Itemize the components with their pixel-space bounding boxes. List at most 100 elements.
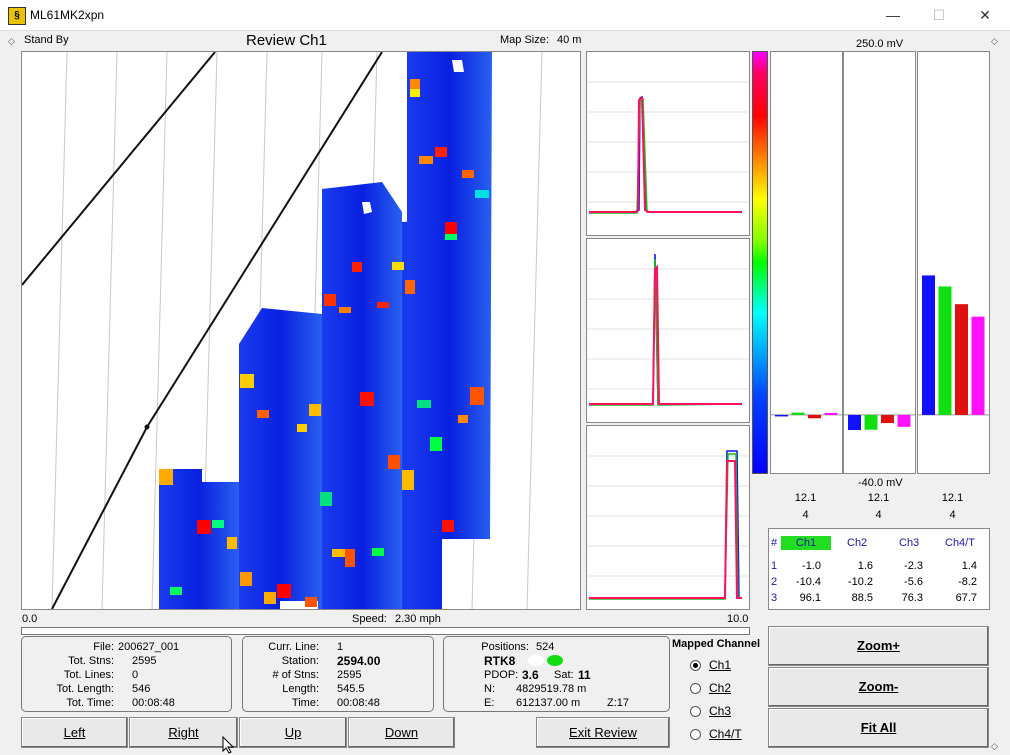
trace-panel-3: [586, 425, 750, 610]
trace-plot: [587, 450, 749, 600]
rtk-mode: RTK8: [484, 654, 516, 668]
radio-ch4t[interactable]: Ch4/T: [690, 727, 742, 741]
total-length-label: Tot. Length:: [56, 683, 115, 695]
radio-ch2-indicator[interactable]: [690, 683, 701, 695]
bar-ch3: [955, 304, 968, 415]
file-value: 200627_001: [118, 641, 180, 653]
bar-ch3: [808, 414, 821, 419]
scale-max-label: 250.0 mV: [856, 38, 904, 50]
status-text: Stand By: [24, 34, 69, 46]
title-bar: § ML61MK2xpn — ☐ ✕: [0, 0, 1010, 31]
utm-zone: Z:17: [607, 697, 630, 709]
resize-handle-icon[interactable]: ◇: [991, 36, 998, 47]
bar-ch3: [881, 414, 894, 424]
line-info-panel: Curr. Line: 1 Station: 2594.00 # of Stns…: [242, 636, 434, 712]
bar-ch4: [971, 316, 985, 415]
map-axis-end: 10.0: [727, 613, 749, 625]
radio-ch2-label: Ch2: [709, 681, 732, 695]
file-label: File:: [93, 641, 114, 653]
total-lines-label: Tot. Lines:: [63, 669, 114, 681]
bar-ch1: [922, 275, 935, 415]
station-value: 2594.00: [337, 654, 381, 668]
current-line-label: Curr. Line:: [268, 641, 319, 653]
table-cell: -8.2: [958, 576, 977, 588]
table-header-ch2: Ch2: [847, 537, 868, 549]
window-title: ML61MK2xpn: [30, 8, 105, 22]
line-time-label: Time:: [291, 697, 319, 709]
up-button[interactable]: Up: [239, 717, 347, 748]
survey-map[interactable]: [21, 51, 581, 610]
positions-value: 524: [536, 641, 555, 653]
bar-ch2: [791, 412, 805, 415]
bar-panel-3-top-value: 12.1: [941, 492, 964, 504]
bar-chart: [771, 412, 842, 419]
radio-ch2[interactable]: Ch2: [690, 681, 731, 695]
app-logo-icon: §: [8, 7, 26, 25]
radio-ch4t-indicator[interactable]: [690, 729, 701, 741]
table-cell: -5.6: [904, 576, 923, 588]
table-cell: -1.0: [802, 560, 821, 572]
radio-ch3[interactable]: Ch3: [690, 704, 731, 718]
stations-count-value: 2595: [337, 669, 362, 681]
current-line-value: 1: [337, 641, 344, 653]
bar-panel-1-bottom-value: 4: [802, 509, 809, 521]
mapped-channel-title: Mapped Channel: [672, 638, 761, 650]
table-header-ch3: Ch3: [899, 537, 920, 549]
table-header-index: #: [771, 537, 778, 549]
left-button[interactable]: Left: [21, 717, 128, 748]
northing-label: N:: [484, 683, 495, 695]
zoom-in-button[interactable]: Zoom+: [768, 626, 989, 666]
minimize-button[interactable]: —: [870, 0, 916, 30]
trace-panel-2: [586, 238, 750, 423]
bar-chart: [844, 414, 915, 431]
map-axis-start: 0.0: [22, 613, 38, 625]
speed-value: 2.30 mph: [395, 613, 441, 625]
down-button[interactable]: Down: [348, 717, 455, 748]
table-cell: 67.7: [955, 592, 977, 604]
pdop-label: PDOP:: [484, 669, 519, 681]
radio-ch1[interactable]: Ch1: [690, 658, 731, 672]
color-scale-bar: [752, 51, 768, 474]
resize-handle-icon[interactable]: ◇: [991, 741, 998, 752]
bar-panel-1-top-value: 12.1: [794, 492, 817, 504]
stations-count-label: # of Stns:: [272, 669, 319, 681]
trace-plot: [587, 81, 749, 214]
mouse-cursor-icon: [222, 736, 234, 754]
bar-ch2: [938, 286, 952, 415]
gps-fix-indicator: [547, 655, 563, 666]
gps-info-panel: Positions: 524 RTK8 PDOP: 3.6 Sat: 11 N:…: [443, 636, 670, 712]
resize-handle-icon[interactable]: ◇: [8, 36, 15, 47]
total-time-label: Tot. Time:: [66, 697, 114, 709]
bar-ch4: [824, 412, 838, 415]
gps-status-blank-indicator: [528, 655, 544, 666]
exit-review-button[interactable]: Exit Review: [536, 717, 670, 748]
table-cell: -2.3: [904, 560, 923, 572]
zoom-out-button[interactable]: Zoom-: [768, 667, 989, 707]
bar-panel-3: [917, 51, 990, 474]
line-length-value: 545.5: [337, 683, 365, 695]
table-cell: 1.6: [857, 560, 873, 572]
radio-ch3-label: Ch3: [709, 704, 732, 718]
track-vertex: [144, 424, 150, 430]
table-cell: 88.5: [851, 592, 873, 604]
table-cell: -10.2: [847, 576, 873, 588]
maximize-button[interactable]: ☐: [916, 0, 962, 30]
radio-ch3-indicator[interactable]: [690, 706, 701, 718]
review-progress-bar[interactable]: [21, 627, 750, 635]
total-stations-value: 2595: [132, 655, 157, 667]
fit-all-button[interactable]: Fit All: [768, 708, 989, 748]
radio-ch1-label: Ch1: [709, 658, 732, 672]
bar-panel-1: [770, 51, 843, 474]
table-header-ch4t: Ch4/T: [945, 537, 975, 549]
close-button[interactable]: ✕: [962, 0, 1008, 30]
channel-table: # Ch1 Ch2 Ch3 Ch4/T 1 -1.0 1.6 -2.3 1.4 …: [768, 528, 990, 610]
table-cell: 1.4: [961, 560, 977, 572]
bar-ch1: [775, 414, 788, 417]
radio-ch1-indicator[interactable]: [690, 660, 701, 672]
total-stations-label: Tot. Stns:: [68, 655, 114, 667]
survey-map-canvas: [22, 52, 543, 609]
station-label: Station:: [281, 655, 319, 667]
positions-label: Positions:: [481, 641, 529, 653]
scale-min-label: -40.0 mV: [858, 477, 903, 489]
pdop-value: 3.6: [522, 668, 539, 682]
